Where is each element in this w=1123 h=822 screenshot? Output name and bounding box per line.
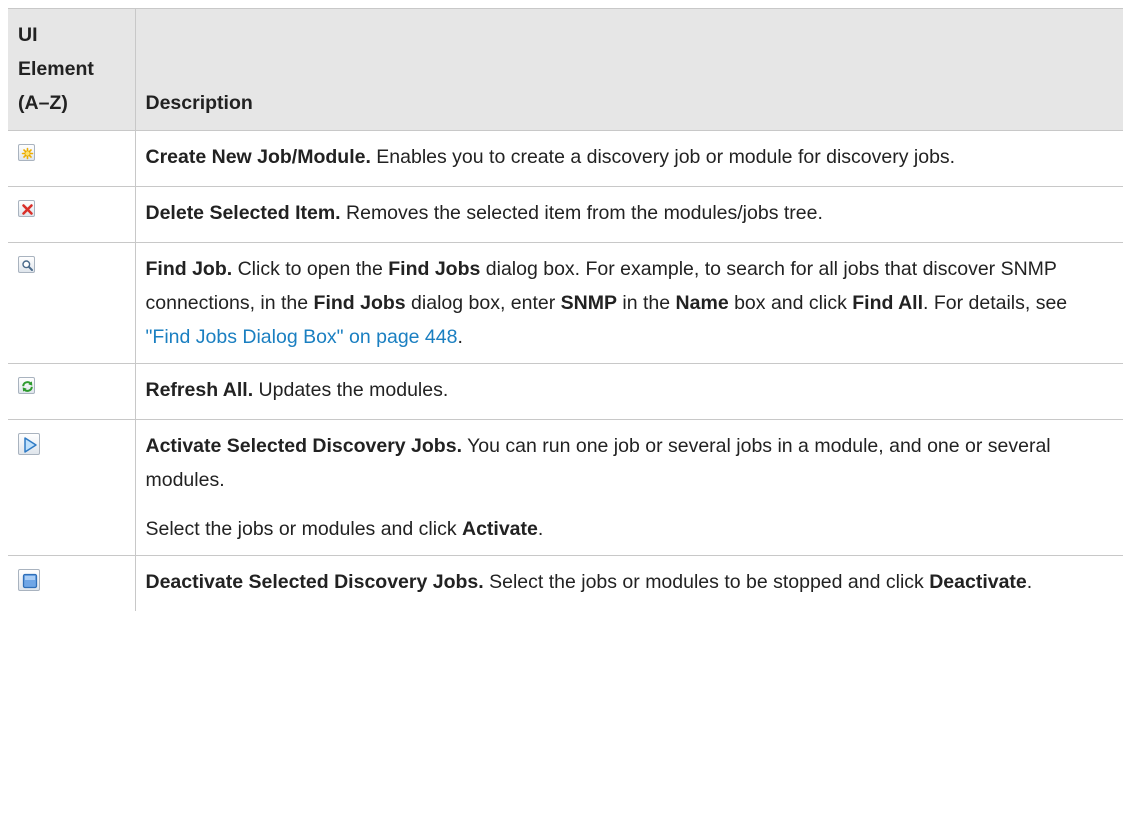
icon-cell xyxy=(8,555,135,611)
stop-icon xyxy=(18,569,40,591)
table-header-row: UI Element (A–Z) Description xyxy=(8,8,1123,131)
delete-icon xyxy=(18,200,35,217)
description-cell: Refresh All. Updates the modules. xyxy=(134,363,1123,420)
icon-cell xyxy=(8,186,135,243)
description-text: Find Job. Click to open the Find Jobs di… xyxy=(145,258,1068,348)
search-icon xyxy=(18,256,35,273)
table-row: Deactivate Selected Discovery Jobs. Sele… xyxy=(8,555,1123,611)
description-cell: Deactivate Selected Discovery Jobs. Sele… xyxy=(134,555,1123,611)
description-cell: Delete Selected Item. Removes the select… xyxy=(134,186,1123,243)
ui-elements-table: UI Element (A–Z) Description Create New … xyxy=(8,8,1123,611)
description-text: Create New Job/Module. Enables you to cr… xyxy=(145,146,956,168)
find-jobs-dialog-link[interactable]: "Find Jobs Dialog Box" on page 448 xyxy=(146,326,458,348)
description-text: Activate Selected Discovery Jobs. You ca… xyxy=(145,435,1051,491)
table-row: Find Job. Click to open the Find Jobs di… xyxy=(8,242,1123,364)
description-cell: Find Job. Click to open the Find Jobs di… xyxy=(134,242,1123,364)
description-text: Refresh All. Updates the modules. xyxy=(145,379,449,401)
icon-cell xyxy=(8,419,135,556)
description-text: Deactivate Selected Discovery Jobs. Sele… xyxy=(145,571,1033,593)
icon-cell xyxy=(8,363,135,420)
description-cell: Activate Selected Discovery Jobs. You ca… xyxy=(134,419,1123,556)
description-text-2: Select the jobs or modules and click Act… xyxy=(145,518,544,540)
description-text: Delete Selected Item. Removes the select… xyxy=(145,202,823,224)
play-icon xyxy=(18,433,40,455)
column-header-ui-element: UI Element (A–Z) xyxy=(8,8,135,131)
table-row: Delete Selected Item. Removes the select… xyxy=(8,186,1123,243)
table-row: Refresh All. Updates the modules. xyxy=(8,363,1123,420)
icon-cell xyxy=(8,242,135,364)
icon-cell xyxy=(8,130,135,187)
description-cell: Create New Job/Module. Enables you to cr… xyxy=(134,130,1123,187)
table-row: Activate Selected Discovery Jobs. You ca… xyxy=(8,419,1123,556)
create-new-icon xyxy=(18,144,35,161)
column-header-description: Description xyxy=(134,8,1123,131)
table-row: Create New Job/Module. Enables you to cr… xyxy=(8,130,1123,187)
refresh-icon xyxy=(18,377,35,394)
